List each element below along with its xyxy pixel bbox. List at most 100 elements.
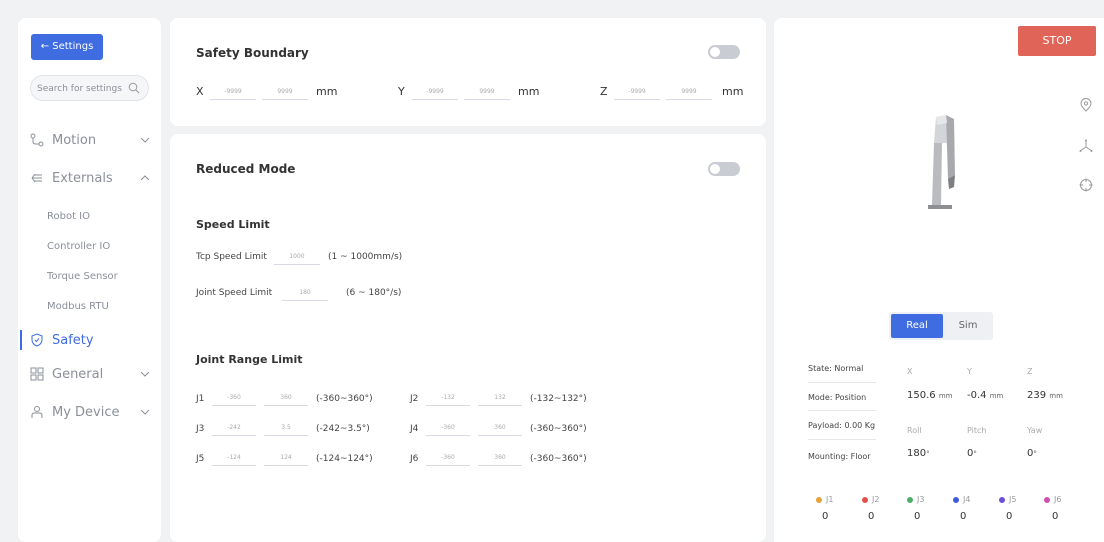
user-icon [31,406,43,418]
coord-x-value: 150.6 mm [907,390,953,401]
crosshair-icon[interactable] [1079,178,1093,192]
joint-readout-value: 0 [822,511,829,522]
search-icon[interactable] [128,82,140,94]
sub-item-modbus-rtu[interactable]: Modbus RTU [47,301,109,312]
mode-status: Mode: Position [808,393,867,402]
joint-max-input[interactable] [264,420,308,436]
nav-safety-label: Safety [52,332,94,348]
joint-readout-value: 0 [1052,511,1059,522]
nav-general-label: General [52,366,104,382]
y-label: Y [398,85,405,98]
nav-general[interactable]: General [18,362,161,386]
joint-color-dot [1044,497,1050,503]
x-unit: mm [316,85,338,98]
joint-readout-value: 0 [1006,511,1013,522]
coord-z-value: 239 mm [1027,390,1063,401]
joint-name: J4 [410,424,419,434]
joint-max-input[interactable] [478,450,522,466]
joint-min-input[interactable] [426,450,470,466]
joint-name: J6 [410,454,419,464]
coord-pitch-value: 0° [967,448,977,459]
nav-my-device[interactable]: My Device [18,400,161,424]
joint-range: (-132~132°) [530,394,587,404]
sub-item-robot-io[interactable]: Robot IO [47,211,90,222]
grid-icon [30,367,44,381]
sub-item-controller-io[interactable]: Controller IO [47,241,110,252]
nav-externals[interactable]: Externals [18,166,161,190]
chevron-down-icon [140,371,150,377]
coord-yaw-value: 0° [1027,448,1037,459]
settings-search[interactable] [30,75,149,101]
real-sim-switch: Real Sim [889,312,993,340]
tcp-speed-input[interactable] [274,249,320,265]
coord-roll-value: 180° [907,448,930,459]
joint-readout-value: 0 [868,511,875,522]
x-min-input[interactable] [210,84,256,100]
divider [808,382,876,383]
divider [808,439,876,440]
search-input[interactable] [31,77,125,101]
z-max-input[interactable] [666,84,712,100]
motion-icon [30,133,44,147]
coord-y-label: Y [967,367,972,376]
state-status: State: Normal [808,364,864,373]
location-pin-icon[interactable] [1079,98,1093,112]
speed-limit-heading: Speed Limit [196,218,270,231]
nav-externals-label: Externals [52,170,113,186]
nav-my-device-label: My Device [52,404,120,420]
nav-motion-label: Motion [52,132,97,148]
y-unit: mm [518,85,540,98]
joint-readout-name: J1 [826,495,834,504]
joint-max-input[interactable] [478,420,522,436]
joint-color-dot [999,497,1005,503]
sub-item-torque-sensor[interactable]: Torque Sensor [47,271,118,282]
joint-readout-name: J6 [1054,495,1062,504]
reduced-mode-title: Reduced Mode [196,162,296,176]
robot-arm-3d-view[interactable] [924,113,958,211]
joint-min-input[interactable] [426,420,470,436]
joint-range-heading: Joint Range Limit [196,353,303,366]
joint-max-input[interactable] [478,390,522,406]
reduced-mode-card: Reduced Mode Speed Limit Tcp Speed Limit… [170,134,766,542]
axes-icon[interactable] [1079,139,1093,153]
reduced-mode-toggle[interactable] [708,162,740,176]
joint-max-input[interactable] [264,450,308,466]
joint-name: J2 [410,394,419,404]
divider [808,410,876,411]
joint-speed-input[interactable] [282,285,328,301]
mode-real-button[interactable]: Real [891,314,943,338]
settings-sidebar: ← Settings Motion Externals Robot IO Con… [18,18,161,542]
back-to-settings-button[interactable]: ← Settings [31,34,103,60]
z-unit: mm [722,85,744,98]
mounting-status: Mounting: Floor [808,452,871,461]
z-min-input[interactable] [614,84,660,100]
x-max-input[interactable] [262,84,308,100]
joint-max-input[interactable] [264,390,308,406]
joint-name: J1 [196,394,205,404]
joint-readout-value: 0 [914,511,921,522]
joint-min-input[interactable] [212,420,256,436]
coord-x-label: X [907,367,913,376]
nav-motion[interactable]: Motion [18,128,161,152]
coord-roll-label: Roll [907,426,922,435]
joint-readout-name: J5 [1009,495,1017,504]
y-max-input[interactable] [464,84,510,100]
joint-min-input[interactable] [426,390,470,406]
joint-min-input[interactable] [212,450,256,466]
joint-min-input[interactable] [212,390,256,406]
joint-name: J5 [196,454,205,464]
x-label: X [196,85,204,98]
externals-icon [31,173,42,183]
shield-icon [31,333,43,347]
joint-color-dot [953,497,959,503]
mode-sim-button[interactable]: Sim [947,314,989,338]
y-min-input[interactable] [412,84,458,100]
chevron-down-icon [140,409,150,415]
safety-boundary-toggle[interactable] [708,45,740,59]
z-label: Z [600,85,608,98]
joint-readout-name: J4 [963,495,971,504]
nav-safety[interactable]: Safety [18,328,161,352]
joint-range: (-360~360°) [530,454,587,464]
tcp-speed-range: (1 ~ 1000mm/s) [328,252,403,262]
stop-button[interactable]: STOP [1018,26,1096,56]
